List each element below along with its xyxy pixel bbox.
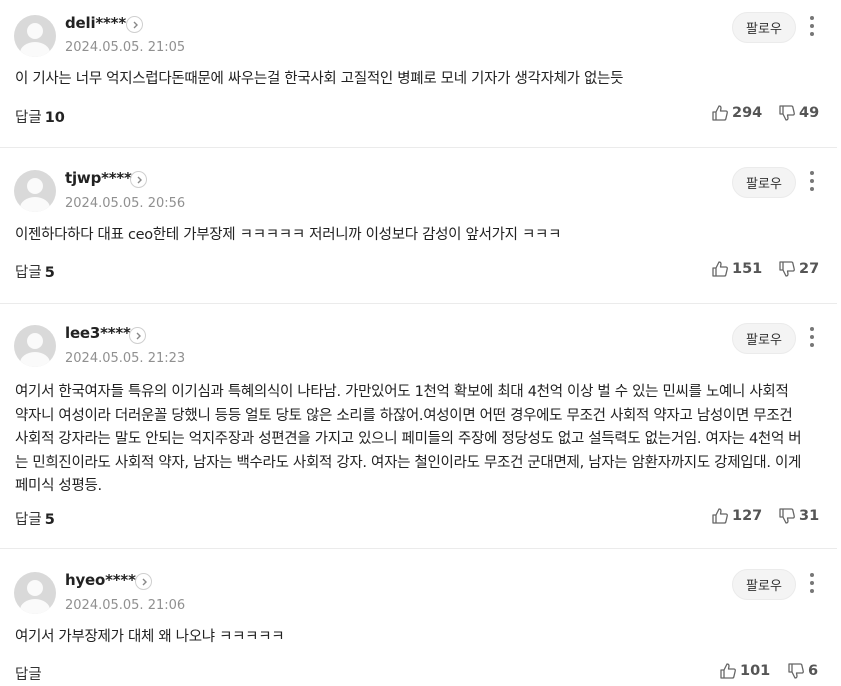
like-count: 294: [732, 105, 763, 121]
dislike-button[interactable]: 49: [778, 104, 819, 122]
reply-button[interactable]: 답글 5: [15, 508, 55, 529]
like-count: 127: [732, 508, 763, 524]
comment-date: 2024.05.05. 21:05: [65, 40, 186, 55]
username[interactable]: lee3****: [65, 324, 131, 342]
thumbs-up-icon: [712, 105, 728, 121]
reply-button[interactable]: 답글 10: [15, 106, 65, 127]
more-options-icon[interactable]: [806, 573, 818, 595]
like-button[interactable]: 127: [711, 507, 762, 525]
reply-label: 답글: [15, 667, 42, 683]
comment-text: 여기서 가부장제가 대체 왜 나오냐 ㅋㅋㅋㅋㅋ: [15, 629, 285, 645]
more-options-icon[interactable]: [806, 327, 818, 349]
dislike-button[interactable]: 31: [778, 507, 819, 525]
default-avatar-icon: [20, 333, 50, 367]
default-avatar-icon: [20, 178, 50, 212]
reply-count: 5: [44, 512, 55, 528]
profile-arrow-icon[interactable]: [126, 16, 143, 33]
like-count: 151: [732, 261, 763, 277]
like-button[interactable]: 151: [711, 260, 762, 278]
avatar[interactable]: [14, 572, 56, 614]
thumbs-down-icon: [779, 261, 795, 277]
reply-count: 5: [44, 265, 55, 281]
username[interactable]: tjwp****: [65, 169, 132, 187]
profile-arrow-icon[interactable]: [130, 171, 147, 188]
reply-label: 답글: [15, 110, 42, 126]
username[interactable]: deli****: [65, 14, 126, 32]
default-avatar-icon: [20, 580, 50, 614]
thumbs-up-icon: [712, 508, 728, 524]
dislike-count: 49: [799, 105, 820, 121]
thumbs-up-icon: [712, 261, 728, 277]
follow-button[interactable]: 팔로우: [732, 167, 796, 198]
dislike-count: 27: [799, 261, 820, 277]
profile-arrow-icon[interactable]: [129, 327, 146, 344]
reply-label: 답글: [15, 265, 42, 281]
dislike-button[interactable]: 27: [778, 260, 819, 278]
avatar[interactable]: [14, 325, 56, 367]
dislike-button[interactable]: 6: [787, 662, 818, 680]
like-button[interactable]: 101: [719, 662, 770, 680]
comment-date: 2024.05.05. 20:56: [65, 196, 186, 211]
more-options-icon[interactable]: [806, 16, 818, 38]
follow-button[interactable]: 팔로우: [732, 569, 796, 600]
profile-arrow-icon[interactable]: [135, 573, 152, 590]
comment-date: 2024.05.05. 21:06: [65, 598, 186, 613]
comment-text: 여기서 한국여자들 특유의 이기심과 특혜의식이 나타남. 가만있어도 1천억 …: [15, 384, 802, 494]
reply-label: 답글: [15, 512, 42, 528]
comment-item: deli**** 2024.05.05. 21:05 팔로우 이 기사는 너무 …: [0, 0, 837, 147]
like-count: 101: [740, 663, 771, 679]
thumbs-down-icon: [788, 663, 804, 679]
avatar[interactable]: [14, 170, 56, 212]
comment-item: tjwp**** 2024.05.05. 20:56 팔로우 이젠하다하다 대표…: [0, 148, 837, 303]
thumbs-up-icon: [720, 663, 736, 679]
follow-button[interactable]: 팔로우: [732, 12, 796, 43]
comment-item: hyeo**** 2024.05.05. 21:06 팔로우 여기서 가부장제가…: [0, 549, 837, 686]
avatar[interactable]: [14, 15, 56, 57]
comment-date: 2024.05.05. 21:23: [65, 351, 186, 366]
reply-count: 10: [44, 110, 65, 126]
default-avatar-icon: [20, 23, 50, 57]
thumbs-down-icon: [779, 105, 795, 121]
comment-text: 이 기사는 너무 억지스럽다돈때문에 싸우는걸 한국사회 고질적인 병폐로 모네…: [15, 71, 624, 87]
dislike-count: 6: [808, 663, 819, 679]
reply-button[interactable]: 답글: [15, 663, 45, 684]
dislike-count: 31: [799, 508, 820, 524]
comment-text: 이젠하다하다 대표 ceo한테 가부장제 ㅋㅋㅋㅋㅋ 저러니까 이성보다 감성이…: [15, 227, 562, 243]
thumbs-down-icon: [779, 508, 795, 524]
follow-button[interactable]: 팔로우: [732, 323, 796, 354]
reply-button[interactable]: 답글 5: [15, 261, 55, 282]
more-options-icon[interactable]: [806, 171, 818, 193]
comment-item: lee3**** 2024.05.05. 21:23 팔로우 여기서 한국여자들…: [0, 304, 837, 548]
like-button[interactable]: 294: [711, 104, 762, 122]
username[interactable]: hyeo****: [65, 571, 136, 589]
